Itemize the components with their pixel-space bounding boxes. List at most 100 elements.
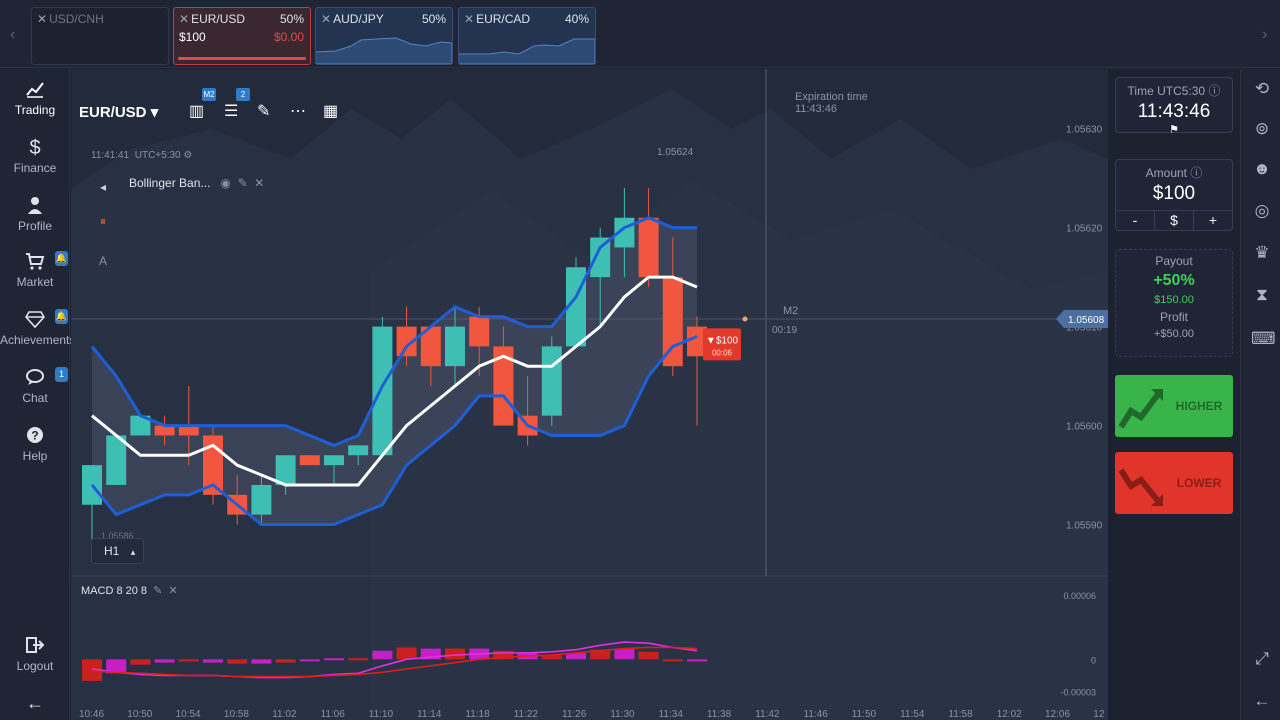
asset-tab-audjpy[interactable]: ✕ AUD/JPY 50% [315, 7, 453, 65]
signal-icon[interactable]: ⊚ [1251, 119, 1273, 139]
time-tick-label: 11:14 [417, 709, 442, 720]
collapse-arrow-icon[interactable]: ← [1251, 691, 1273, 711]
flag-icon: ⚑ [1169, 124, 1179, 136]
macd-histogram-bar [154, 659, 175, 663]
sidebar-item-help[interactable]: ? Help [0, 425, 70, 463]
decrease-amount-button[interactable]: - [1116, 211, 1155, 230]
asset-name: ✕ EUR/USD [179, 12, 245, 26]
time-tick-label: 11:10 [369, 709, 394, 720]
macd-histogram-bar [227, 659, 248, 664]
payout-label: Payout [1155, 254, 1193, 268]
time-tick-label: 12 [1093, 709, 1105, 720]
macd-histogram-bar [178, 659, 199, 662]
candle-body [445, 326, 465, 367]
time-tick-label: 12:06 [1045, 709, 1070, 720]
time-tick-label: 11:18 [465, 709, 490, 720]
trophy-icon[interactable]: ♛ [1251, 243, 1273, 263]
price-tick-label: 1.05590 [1066, 521, 1103, 532]
keyboard-icon[interactable]: ⌨ [1251, 329, 1276, 349]
time-tick-label: 10:58 [224, 709, 249, 720]
close-icon[interactable]: ✕ [37, 12, 47, 26]
svg-text:?: ? [31, 429, 38, 443]
time-tick-label: 11:38 [707, 709, 732, 720]
time-value: 11:43:46 [1137, 101, 1211, 122]
trade-marker: ▼$100 00:06 [703, 328, 741, 361]
macd-histogram-bar [203, 659, 223, 663]
time-label: Time UTC5:30 ⓘ [1127, 84, 1221, 98]
macd-tick-label: 0 [1091, 655, 1096, 665]
macd-histogram-bar [687, 659, 707, 662]
hourglass-icon[interactable]: ⧗ [1251, 285, 1273, 305]
scroll-right-icon[interactable]: › [1262, 26, 1267, 44]
profit-value: +$50.00 [1153, 328, 1195, 340]
sidebar-item-trading[interactable]: Trading [0, 79, 70, 117]
lower-label: LOWER [1176, 476, 1222, 490]
close-icon[interactable]: ✕ [179, 12, 189, 26]
chart-line-icon [0, 79, 70, 103]
countdown-label: 00:19 [772, 325, 797, 336]
trade-panel: Time UTC5:30 ⓘ 11:43:46 ⚑ Amount ⓘ $100 … [1108, 69, 1240, 720]
sidebar: Trading $ Finance Profile 🔔 Market 🔔 Ach… [0, 69, 75, 720]
logout-icon [0, 635, 70, 659]
timeframe-selector[interactable]: H1 ▴ [91, 538, 144, 564]
macd-histogram-bar [299, 659, 320, 662]
time-tick-label: 11:42 [755, 709, 780, 720]
currency-button[interactable]: $ [1155, 211, 1194, 230]
fullscreen-icon[interactable]: ⤢ [1251, 649, 1273, 669]
trade-marker-amount: ▼$100 [706, 335, 739, 346]
asset-tab-usdcnh[interactable]: ✕ USD/CNH [31, 7, 169, 65]
scroll-left-icon[interactable]: ‹ [10, 26, 15, 44]
sidebar-item-market[interactable]: 🔔 Market [0, 251, 70, 289]
increase-amount-button[interactable]: + [1194, 211, 1232, 230]
candle-body [469, 316, 490, 347]
target-icon[interactable]: ◎ [1251, 201, 1273, 221]
amount-label: Amount ⓘ [1145, 166, 1203, 180]
asset-tab-label: EUR/USD [191, 12, 246, 26]
higher-button[interactable]: HIGHER [1115, 375, 1233, 437]
sidebar-item-chat[interactable]: 1 Chat [0, 367, 70, 405]
timeframe-label: H1 [104, 544, 120, 558]
edit-icon[interactable]: ✎ [153, 585, 162, 597]
price-chart[interactable]: ▼$10000:06M200:191.055861.056301.056201.… [71, 69, 1108, 720]
profit-loss: $0.00 [273, 30, 304, 44]
close-icon[interactable]: ✕ [169, 585, 178, 597]
sidebar-item-label: Profile [17, 219, 52, 233]
sidebar-item-profile[interactable]: Profile [0, 195, 70, 233]
sparkline [316, 37, 452, 64]
trade-amount: $100 [179, 30, 206, 44]
user-icon [0, 195, 70, 219]
lower-button[interactable]: LOWER [1115, 452, 1233, 514]
payout-value: $150.00 [1154, 294, 1194, 306]
time-tick-label: 11:50 [852, 709, 877, 720]
users-icon[interactable]: ☻ [1251, 159, 1273, 179]
payout-percent: +50% [1153, 272, 1195, 289]
chart-area[interactable]: EUR/USD ▾ ▥ M2 ☰ 2 ✎ ⋯ ▦ 11:41:41 UTC+5:… [71, 69, 1108, 720]
history-icon[interactable]: ⟲ [1251, 79, 1273, 99]
time-tick-label: 10:54 [176, 709, 201, 720]
time-tick-label: 10:50 [127, 709, 152, 720]
sidebar-item-label: Help [22, 449, 48, 463]
macd-label: MACD 8 20 8 [81, 585, 148, 597]
collapse-arrow-icon[interactable]: ← [0, 693, 70, 714]
time-tick-label: 12:02 [997, 709, 1022, 720]
trade-marker-timer: 00:06 [712, 348, 733, 357]
sidebar-item-achievements[interactable]: 🔔 Achievements [0, 309, 75, 347]
amount-value[interactable]: $100 [1116, 183, 1232, 205]
time-tick-label: 11:30 [610, 709, 635, 720]
sparkline [459, 38, 595, 64]
timeframe-marker-label: M2 [783, 305, 798, 317]
macd-histogram-bar [396, 647, 417, 660]
payout-box: Payout +50% $150.00 Profit +$50.00 [1115, 249, 1233, 357]
time-tick-label: 11:06 [321, 709, 346, 720]
logout-button[interactable]: Logout [0, 635, 70, 673]
trade-progress-bar [178, 57, 306, 60]
macd-histogram-bar [662, 659, 683, 662]
higher-label: HIGHER [1175, 399, 1223, 413]
time-box[interactable]: Time UTC5:30 ⓘ 11:43:46 ⚑ [1115, 77, 1233, 136]
amount-box[interactable]: Amount ⓘ $100 - $ + [1115, 159, 1233, 231]
asset-name: ✕ USD/CNH [37, 12, 104, 26]
asset-tab-eurusd[interactable]: ✕ EUR/USD 50% $100 $0.00 [173, 7, 311, 65]
time-tick-label: 10:46 [79, 709, 104, 720]
asset-tab-eurcad[interactable]: ✕ EUR/CAD 40% [458, 7, 596, 65]
sidebar-item-finance[interactable]: $ Finance [0, 137, 70, 175]
